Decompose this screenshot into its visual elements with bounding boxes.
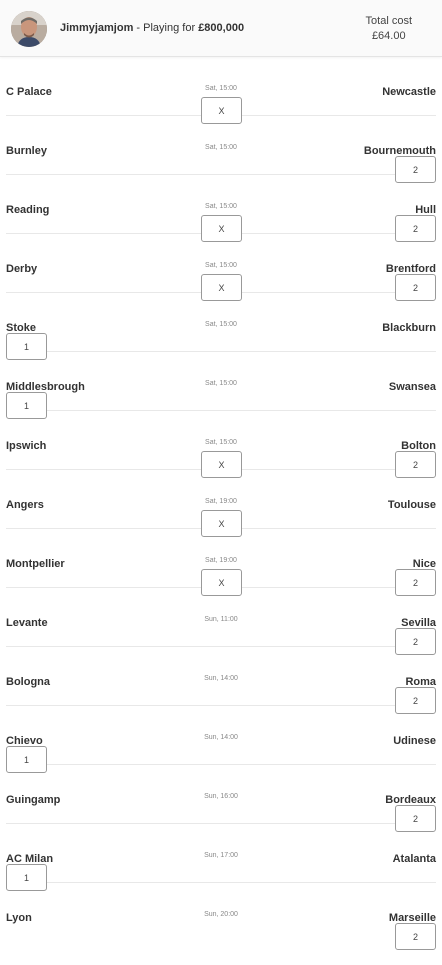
match-row: Lyon Sun, 20:00 Marseille 2 — [6, 883, 436, 950]
match-row: Montpellier Sat, 19:00 Nice X 2 — [6, 529, 436, 596]
total-cost-label: Total cost — [365, 15, 412, 27]
match-row: Ipswich Sat, 15:00 Bolton X 2 — [6, 411, 436, 478]
match-row: Guingamp Sun, 16:00 Bordeaux 2 — [6, 765, 436, 832]
avatar-photo-icon — [11, 11, 47, 47]
match-list: C Palace Sat, 15:00 Newcastle X Burnley Sat, … — [0, 57, 442, 950]
playing-for-label: - Playing for — [133, 22, 199, 34]
user-avatar[interactable] — [11, 11, 47, 47]
away-team: Newcastle — [382, 86, 436, 98]
away-team: Blackburn — [382, 322, 436, 334]
kickoff-time: Sat, 19:00 — [205, 557, 237, 564]
away-team: Toulouse — [387, 499, 436, 511]
kickoff-time: Sun, 14:00 — [204, 734, 238, 741]
match-row: Angers Sat, 19:00 Toulouse X — [6, 470, 436, 537]
player-name: Jimmyjamjom — [60, 22, 134, 34]
away-team: Atalanta — [392, 853, 436, 865]
match-row: Burnley Sat, 15:00 Bournemouth 2 — [6, 116, 436, 183]
kickoff-time: Sun, 17:00 — [204, 852, 238, 859]
total-cost: Total cost £64.00 — [366, 14, 412, 44]
match-row: Chievo Sun, 14:00 Udinese 1 — [6, 706, 436, 773]
kickoff-time: Sat, 15:00 — [205, 439, 237, 446]
playing-for-amount: £800,000 — [198, 22, 245, 34]
kickoff-time: Sun, 20:00 — [204, 911, 238, 918]
match-row: Derby Sat, 15:00 Brentford X 2 — [6, 234, 436, 301]
match-row: Bologna Sun, 14:00 Roma 2 — [6, 647, 436, 714]
header-bar: Jimmyjamjom - Playing for £800,000 Total… — [0, 0, 442, 57]
pick-away-button[interactable]: 2 — [395, 923, 436, 950]
kickoff-time: Sat, 19:00 — [205, 498, 237, 505]
kickoff-time: Sat, 15:00 — [205, 380, 237, 387]
match-row: C Palace Sat, 15:00 Newcastle X — [6, 57, 436, 124]
away-team: Swansea — [388, 381, 436, 393]
player-info: Jimmyjamjom - Playing for £800,000 — [60, 22, 244, 34]
kickoff-time: Sat, 15:00 — [205, 203, 237, 210]
match-row: Reading Sat, 15:00 Hull X 2 — [6, 175, 436, 242]
kickoff-time: Sun, 16:00 — [204, 793, 238, 800]
match-row: AC Milan Sun, 17:00 Atalanta 1 — [6, 824, 436, 891]
kickoff-time: Sun, 14:00 — [204, 675, 238, 682]
kickoff-time: Sat, 15:00 — [205, 262, 237, 269]
total-cost-value: £64.00 — [371, 30, 406, 42]
kickoff-time: Sun, 11:00 — [204, 616, 238, 623]
kickoff-time: Sat, 15:00 — [205, 85, 237, 92]
match-row: Middlesbrough Sat, 15:00 Swansea 1 — [6, 352, 436, 419]
away-team: Udinese — [393, 735, 436, 747]
match-row: Levante Sun, 11:00 Sevilla 2 — [6, 588, 436, 655]
kickoff-time: Sat, 15:00 — [205, 321, 237, 328]
match-row: Stoke Sat, 15:00 Blackburn 1 — [6, 293, 436, 360]
